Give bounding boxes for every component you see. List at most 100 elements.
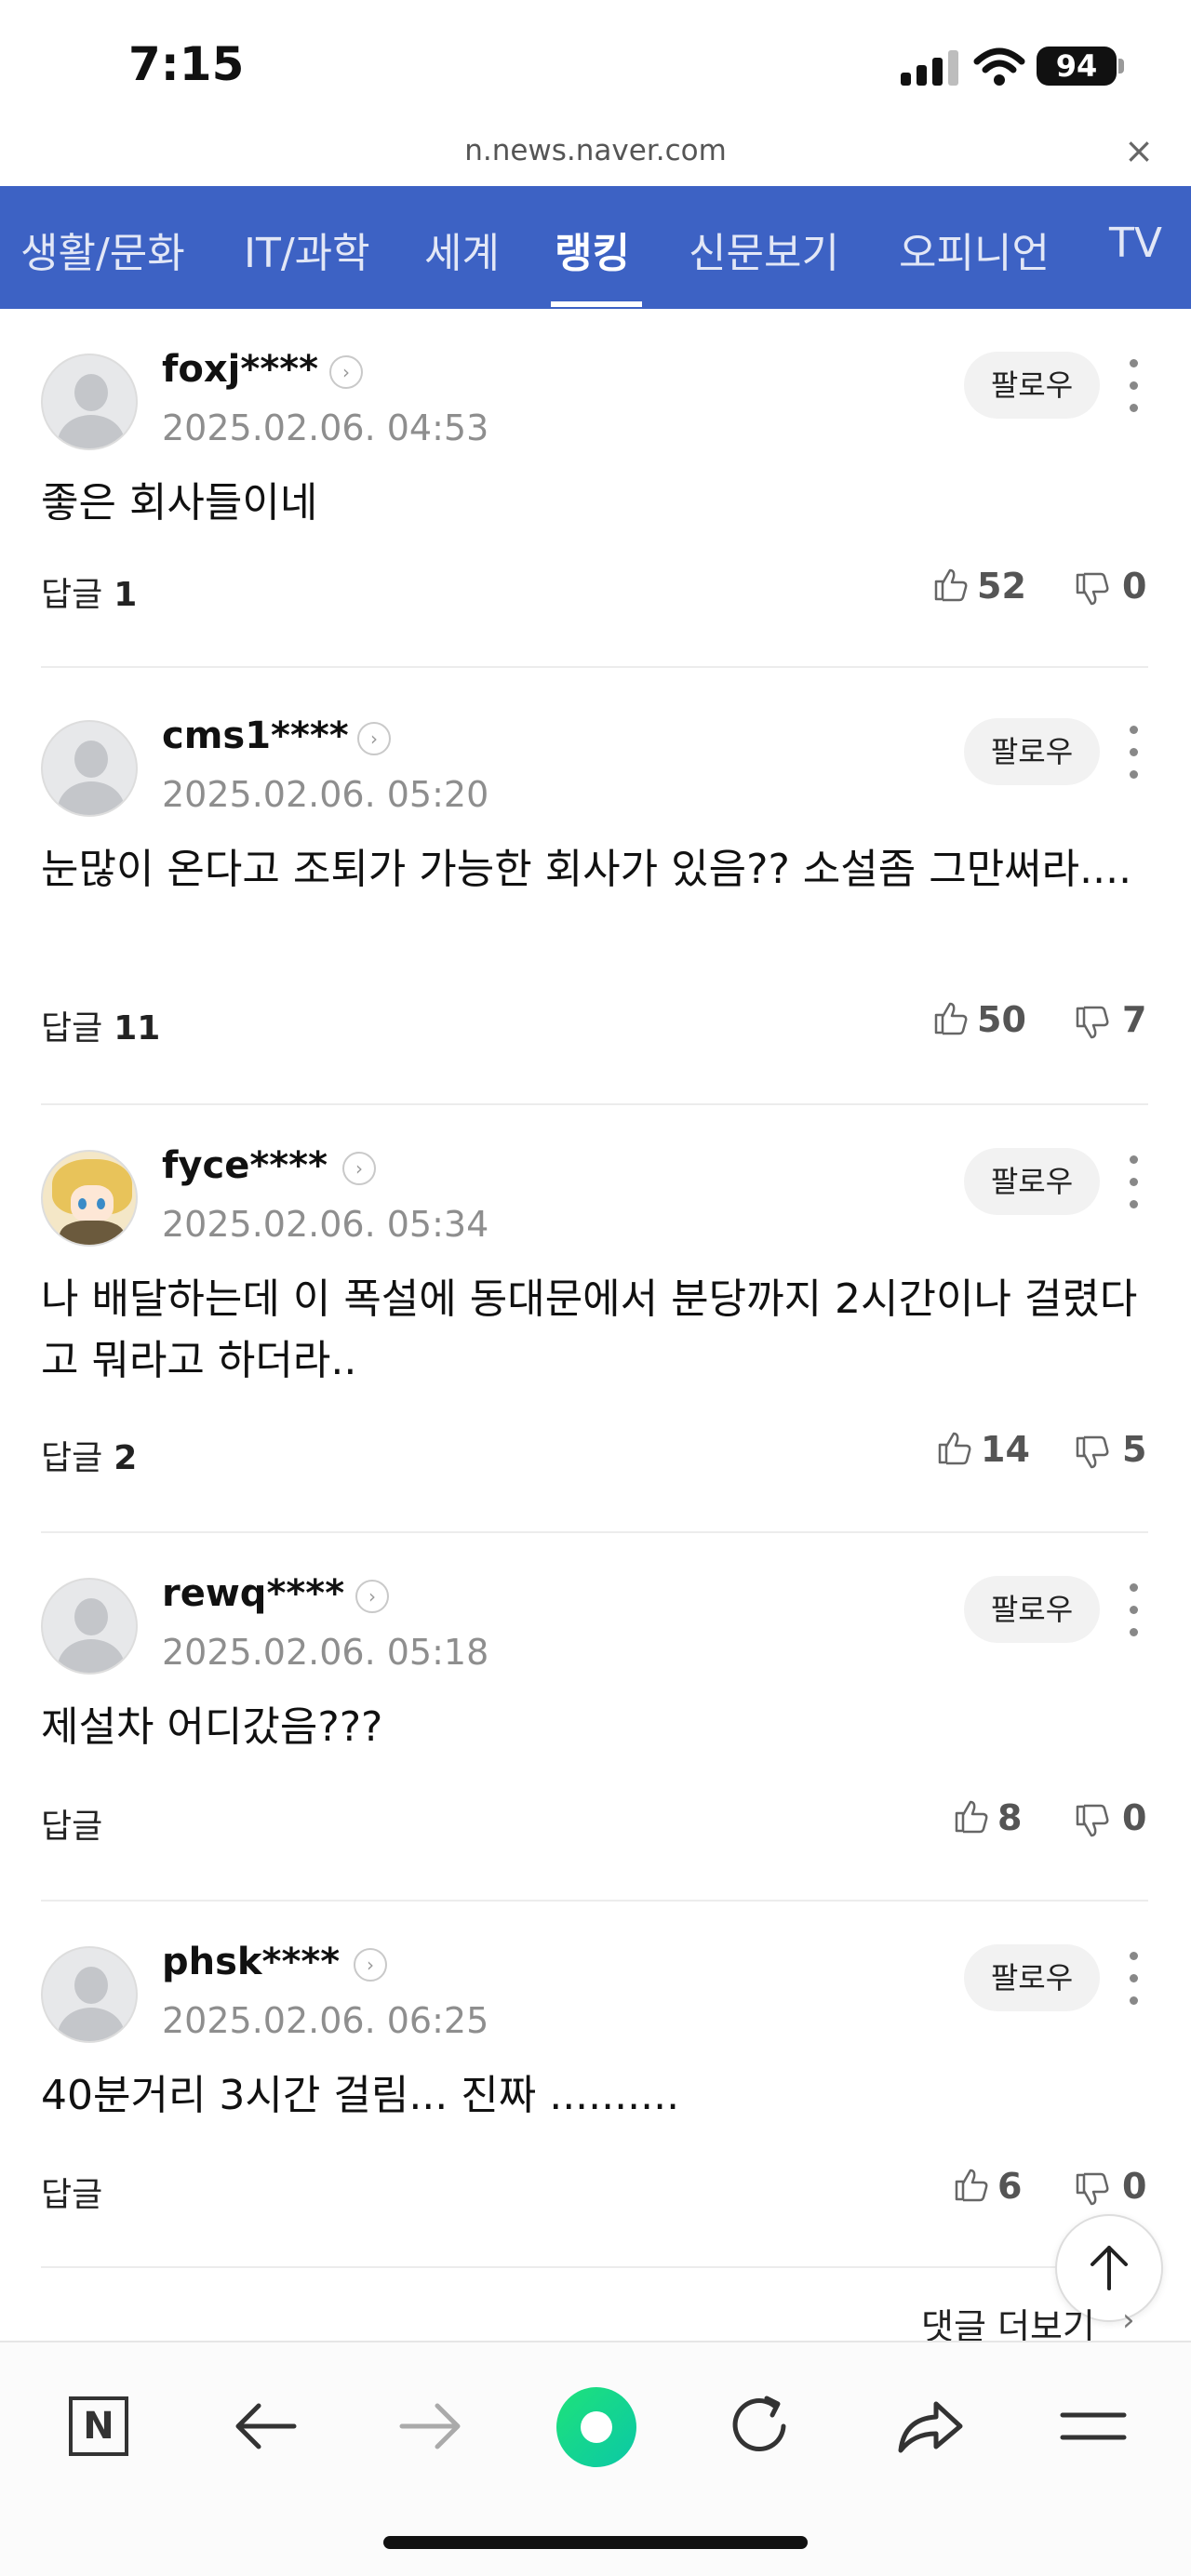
reload-button[interactable] [718, 2380, 802, 2482]
wifi-icon [973, 47, 1025, 86]
reply-button[interactable]: 답글 11 [41, 1001, 160, 1049]
more-options-icon[interactable] [1126, 1152, 1141, 1213]
reply-label: 답글 [41, 1439, 103, 1477]
menu-button[interactable] [1051, 2380, 1135, 2482]
follow-button[interactable]: 팔로우 [964, 718, 1100, 785]
thumbs-down-icon [1076, 2172, 1109, 2206]
comment-username[interactable]: rewq**** [162, 1572, 344, 1615]
more-options-icon[interactable] [1126, 355, 1141, 417]
dislike-button[interactable]: 0 [1074, 566, 1146, 607]
like-button[interactable]: 6 [953, 2166, 1022, 2207]
comment-timestamp: 2025.02.06. 05:18 [162, 1632, 489, 1673]
follow-button[interactable]: 팔로우 [964, 1944, 1100, 2011]
comment-item: rewq**** › 2025.02.06. 05:18 팔로우 제설차 어디갔… [41, 1533, 1148, 1902]
arrow-right-icon [399, 2403, 461, 2449]
chevron-right-icon[interactable]: › [342, 1152, 376, 1185]
chevron-right-icon[interactable]: › [355, 1580, 389, 1613]
thumbs-up-icon [934, 568, 968, 602]
battery-icon: 94 [1037, 47, 1117, 86]
chevron-right-icon[interactable]: › [329, 355, 363, 389]
thumbs-up-icon [955, 1800, 988, 1834]
tab-newspaper[interactable]: 신문보기 [689, 220, 839, 279]
dislike-count: 7 [1122, 999, 1147, 1040]
url-bar[interactable]: n.news.naver.com × [0, 130, 1191, 186]
tab-opinion[interactable]: 오피니언 [899, 220, 1050, 279]
like-button[interactable]: 8 [953, 1797, 1022, 1838]
reply-count: 1 [114, 576, 138, 614]
dislike-button[interactable]: 0 [1074, 2166, 1146, 2207]
avatar[interactable] [41, 1946, 138, 2043]
more-options-icon[interactable] [1126, 1580, 1141, 1641]
dislike-button[interactable]: 0 [1074, 1797, 1146, 1838]
tab-world[interactable]: 세계 [424, 220, 500, 279]
reload-icon [732, 2396, 786, 2451]
green-dot-button[interactable] [555, 2380, 638, 2482]
green-dot-icon [556, 2387, 636, 2467]
tab-ranking[interactable]: 랭킹 [555, 220, 630, 279]
reply-button[interactable]: 답글 2 [41, 1431, 137, 1479]
comment-text: 좋은 회사들이네 [41, 479, 318, 527]
reply-button[interactable]: 답글 [41, 1799, 102, 1848]
comment-item: cms1**** › 2025.02.06. 05:20 팔로우 눈많이 온다고… [41, 675, 1148, 1105]
dislike-count: 0 [1122, 2166, 1147, 2207]
reply-button[interactable]: 답글 [41, 2168, 102, 2216]
tab-lifestyle-culture[interactable]: 생활/문화 [20, 220, 185, 279]
thumbs-down-icon [1076, 1006, 1109, 1039]
follow-button[interactable]: 팔로우 [964, 352, 1100, 419]
arrow-left-icon [235, 2403, 297, 2449]
comment-username[interactable]: foxj**** [162, 348, 318, 391]
reply-count: 2 [114, 1439, 138, 1477]
comment-username[interactable]: phsk**** [162, 1941, 340, 1983]
comment-username[interactable]: cms1**** [162, 714, 349, 757]
more-options-icon[interactable] [1126, 722, 1141, 783]
comment-text: 40분거리 3시간 걸림... 진짜 .......... [41, 2072, 680, 2119]
url-text[interactable]: n.news.naver.com [0, 134, 1191, 167]
follow-button[interactable]: 팔로우 [964, 1576, 1100, 1643]
battery-tip [1118, 59, 1124, 73]
status-bar: 7:15 94 [0, 0, 1191, 130]
avatar[interactable] [41, 1578, 138, 1675]
like-button[interactable]: 52 [932, 566, 1026, 607]
reply-count: 11 [114, 1009, 161, 1048]
more-options-icon[interactable] [1126, 1948, 1141, 2009]
naver-logo-icon: N [69, 2396, 128, 2456]
share-arrow-icon [898, 2401, 963, 2453]
dislike-count: 5 [1122, 1429, 1147, 1470]
dislike-button[interactable]: 7 [1074, 999, 1146, 1040]
thumbs-down-icon [1076, 572, 1109, 606]
forward-button[interactable] [389, 2380, 473, 2482]
follow-button[interactable]: 팔로우 [964, 1148, 1100, 1215]
share-button[interactable] [886, 2380, 970, 2482]
like-button[interactable]: 50 [932, 999, 1026, 1040]
dislike-button[interactable]: 5 [1074, 1429, 1146, 1470]
back-button[interactable] [223, 2380, 307, 2482]
like-button[interactable]: 14 [936, 1429, 1030, 1470]
avatar[interactable] [41, 1150, 138, 1247]
chevron-right-icon[interactable]: › [354, 1948, 387, 1982]
comment-timestamp: 2025.02.06. 05:20 [162, 774, 489, 815]
chevron-right-icon[interactable]: › [1122, 2302, 1135, 2339]
dislike-count: 0 [1122, 1797, 1147, 1838]
like-count: 8 [997, 1797, 1023, 1838]
reply-button[interactable]: 답글 1 [41, 567, 137, 616]
tab-tv[interactable]: TV [1109, 220, 1162, 267]
close-icon[interactable]: × [1124, 130, 1154, 171]
comment-timestamp: 2025.02.06. 05:34 [162, 1204, 489, 1245]
like-count: 52 [977, 566, 1026, 607]
tab-it-science[interactable]: IT/과학 [244, 220, 370, 279]
comment-item: foxj**** › 2025.02.06. 04:53 팔로우 좋은 회사들이… [41, 309, 1148, 668]
naver-home-button[interactable]: N [54, 2380, 138, 2482]
comment-username[interactable]: fyce**** [162, 1144, 328, 1187]
avatar[interactable] [41, 354, 138, 450]
reply-label: 답글 [41, 576, 103, 614]
thumbs-up-icon [955, 2169, 988, 2202]
dislike-count: 0 [1122, 566, 1147, 607]
comment-timestamp: 2025.02.06. 04:53 [162, 407, 489, 448]
like-count: 50 [977, 999, 1026, 1040]
reply-label: 답글 [41, 1009, 103, 1048]
active-tab-indicator [551, 301, 642, 307]
avatar[interactable] [41, 720, 138, 817]
chevron-right-icon[interactable]: › [357, 722, 391, 755]
hamburger-icon [1060, 2412, 1127, 2440]
comment-item: fyce**** › 2025.02.06. 05:34 팔로우 나 배달하는데… [41, 1105, 1148, 1533]
